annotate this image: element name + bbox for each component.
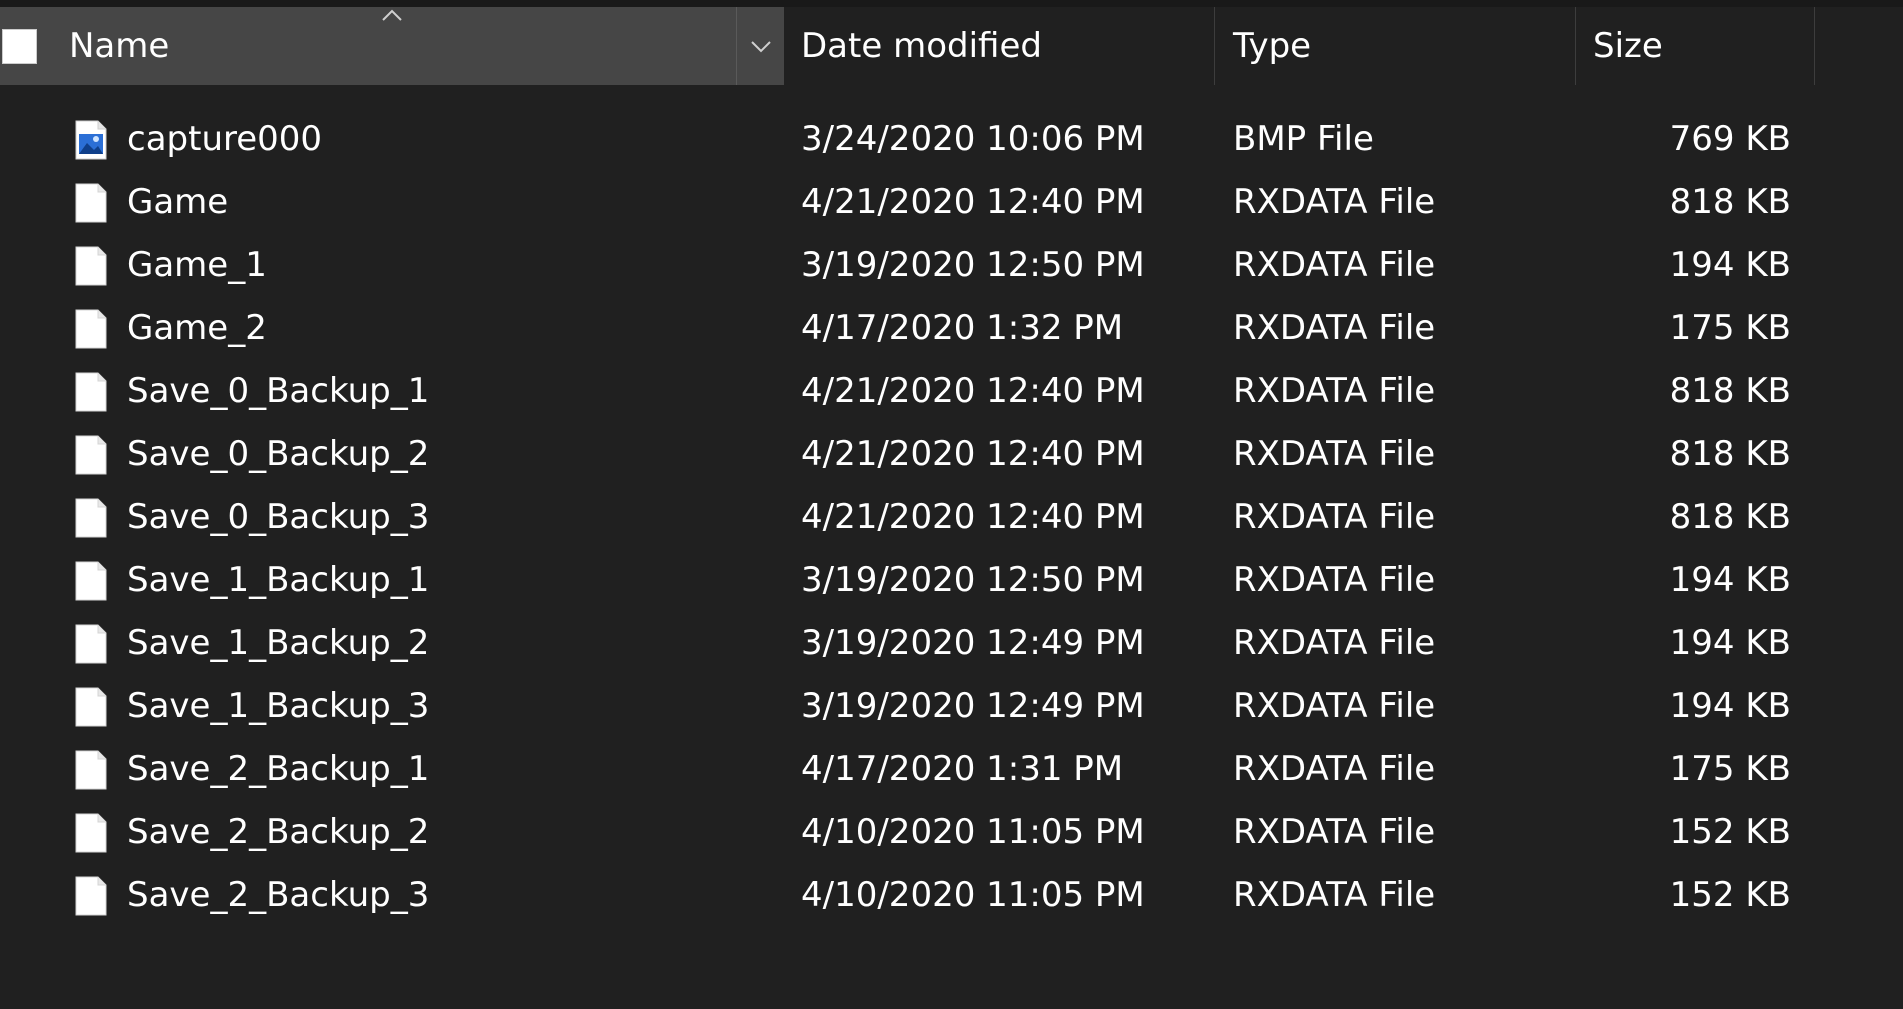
file-type: RXDATA File <box>1233 560 1436 600</box>
blank-file-icon <box>75 246 107 286</box>
file-type: RXDATA File <box>1233 434 1436 474</box>
column-header-date[interactable]: Date modified <box>784 7 1214 85</box>
file-name: Game <box>127 182 229 222</box>
file-name: Save_1_Backup_2 <box>127 623 430 663</box>
list-item[interactable]: Save_0_Backup_1 4/21/2020 12:40 PM RXDATA … <box>0 360 1903 423</box>
file-type: RXDATA File <box>1233 497 1436 537</box>
file-size: 175 KB <box>1669 749 1791 789</box>
column-header-name[interactable]: Name <box>0 7 784 85</box>
file-size: 818 KB <box>1669 497 1791 537</box>
file-size: 175 KB <box>1669 308 1791 348</box>
file-type: RXDATA File <box>1233 812 1436 852</box>
blank-file-icon <box>75 687 107 727</box>
blank-file-icon <box>75 561 107 601</box>
file-size: 194 KB <box>1669 245 1791 285</box>
blank-file-icon <box>75 435 107 475</box>
file-size: 818 KB <box>1669 182 1791 222</box>
file-type: RXDATA File <box>1233 182 1436 222</box>
file-date-modified: 3/24/2020 10:06 PM <box>801 119 1145 159</box>
file-name: Game_2 <box>127 308 267 348</box>
file-name: Save_0_Backup_1 <box>127 371 430 411</box>
file-type: RXDATA File <box>1233 875 1436 915</box>
column-header-name-label: Name <box>69 26 170 66</box>
blank-file-icon <box>75 183 107 223</box>
file-size: 194 KB <box>1669 623 1791 663</box>
select-all-checkbox[interactable] <box>2 29 37 64</box>
column-header-size-label: Size <box>1593 26 1663 66</box>
file-date-modified: 3/19/2020 12:49 PM <box>801 623 1145 663</box>
name-filter-dropdown[interactable] <box>736 7 784 85</box>
file-date-modified: 4/21/2020 12:40 PM <box>801 497 1145 537</box>
chevron-down-icon <box>750 41 771 53</box>
file-type: BMP File <box>1233 119 1374 159</box>
file-size: 194 KB <box>1669 560 1791 600</box>
file-name: Save_0_Backup_2 <box>127 434 430 474</box>
blank-file-icon <box>75 309 107 349</box>
blank-file-icon <box>75 813 107 853</box>
file-date-modified: 4/21/2020 12:40 PM <box>801 434 1145 474</box>
file-date-modified: 3/19/2020 12:49 PM <box>801 686 1145 726</box>
list-item[interactable]: Save_1_Backup_2 3/19/2020 12:49 PM RXDATA … <box>0 612 1903 675</box>
chevron-up-icon <box>382 9 402 21</box>
file-name: Game_1 <box>127 245 267 285</box>
file-name: Save_2_Backup_2 <box>127 812 430 852</box>
blank-file-icon <box>75 498 107 538</box>
file-size: 818 KB <box>1669 434 1791 474</box>
title-strip <box>0 0 1903 7</box>
list-item[interactable]: Game_1 3/19/2020 12:50 PM RXDATA File 194 K… <box>0 234 1903 297</box>
file-size: 769 KB <box>1669 119 1791 159</box>
list-item[interactable]: Save_0_Backup_3 4/21/2020 12:40 PM RXDATA … <box>0 486 1903 549</box>
file-date-modified: 4/21/2020 12:40 PM <box>801 371 1145 411</box>
file-name: Save_1_Backup_3 <box>127 686 430 726</box>
file-date-modified: 4/17/2020 1:32 PM <box>801 308 1124 348</box>
file-date-modified: 4/10/2020 11:05 PM <box>801 875 1145 915</box>
list-item[interactable]: Game 4/21/2020 12:40 PM RXDATA File 818 KB <box>0 171 1903 234</box>
file-type: RXDATA File <box>1233 308 1436 348</box>
column-header-date-label: Date modified <box>801 26 1042 66</box>
file-type: RXDATA File <box>1233 623 1436 663</box>
blank-file-icon <box>75 750 107 790</box>
file-name: Save_2_Backup_3 <box>127 875 430 915</box>
list-item[interactable]: Save_1_Backup_3 3/19/2020 12:49 PM RXDATA … <box>0 675 1903 738</box>
list-item[interactable]: capture000 3/24/2020 10:06 PM BMP File 769 … <box>0 108 1903 171</box>
blank-file-icon <box>75 624 107 664</box>
file-date-modified: 4/21/2020 12:40 PM <box>801 182 1145 222</box>
blank-file-icon <box>75 372 107 412</box>
column-header-bar: Name Date modified Type Size <box>0 7 1903 85</box>
blank-file-icon <box>75 876 107 916</box>
file-list: capture000 3/24/2020 10:06 PM BMP File 769 … <box>0 108 1903 927</box>
file-date-modified: 3/19/2020 12:50 PM <box>801 245 1145 285</box>
file-size: 152 KB <box>1669 812 1791 852</box>
file-date-modified: 3/19/2020 12:50 PM <box>801 560 1145 600</box>
list-item[interactable]: Save_2_Backup_1 4/17/2020 1:31 PM RXDATA F… <box>0 738 1903 801</box>
column-divider[interactable] <box>1814 7 1815 85</box>
file-date-modified: 4/10/2020 11:05 PM <box>801 812 1145 852</box>
file-type: RXDATA File <box>1233 371 1436 411</box>
file-name: Save_0_Backup_3 <box>127 497 430 537</box>
file-name: Save_2_Backup_1 <box>127 749 430 789</box>
list-item[interactable]: Save_1_Backup_1 3/19/2020 12:50 PM RXDATA … <box>0 549 1903 612</box>
list-item[interactable]: Save_2_Backup_3 4/10/2020 11:05 PM RXDATA … <box>0 864 1903 927</box>
column-header-size[interactable]: Size <box>1576 7 1814 85</box>
image-file-icon <box>75 120 107 160</box>
column-header-type-label: Type <box>1233 26 1312 66</box>
list-item[interactable]: Save_2_Backup_2 4/10/2020 11:05 PM RXDATA … <box>0 801 1903 864</box>
file-size: 818 KB <box>1669 371 1791 411</box>
file-date-modified: 4/17/2020 1:31 PM <box>801 749 1124 789</box>
file-type: RXDATA File <box>1233 245 1436 285</box>
list-item[interactable]: Game_2 4/17/2020 1:32 PM RXDATA File 175 KB <box>0 297 1903 360</box>
column-header-type[interactable]: Type <box>1215 7 1575 85</box>
file-type: RXDATA File <box>1233 686 1436 726</box>
file-type: RXDATA File <box>1233 749 1436 789</box>
file-size: 152 KB <box>1669 875 1791 915</box>
file-size: 194 KB <box>1669 686 1791 726</box>
file-name: capture000 <box>127 119 323 159</box>
file-name: Save_1_Backup_1 <box>127 560 430 600</box>
list-item[interactable]: Save_0_Backup_2 4/21/2020 12:40 PM RXDATA … <box>0 423 1903 486</box>
